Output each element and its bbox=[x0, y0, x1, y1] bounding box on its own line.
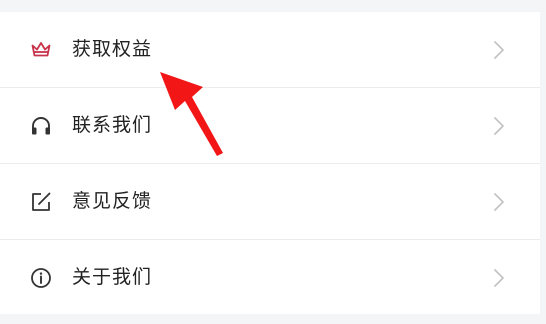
menu-item-label: 关于我们 bbox=[72, 266, 153, 288]
menu-item-label: 意见反馈 bbox=[72, 190, 153, 212]
menu-item-feedback[interactable]: 意见反馈 bbox=[0, 164, 540, 239]
menu-item-label: 获取权益 bbox=[72, 38, 153, 60]
info-icon bbox=[29, 266, 53, 290]
menu-item-label: 联系我们 bbox=[72, 114, 153, 136]
menu-item-contact-us[interactable]: 联系我们 bbox=[0, 88, 540, 163]
chevron-right-icon bbox=[492, 115, 506, 137]
settings-menu-card: 获取权益 联系我们 意见反馈 关于我们 bbox=[0, 12, 540, 314]
chevron-right-icon bbox=[492, 39, 506, 61]
edit-icon bbox=[29, 190, 53, 214]
menu-item-get-benefits[interactable]: 获取权益 bbox=[0, 12, 540, 87]
crown-icon bbox=[29, 38, 53, 62]
menu-item-about-us[interactable]: 关于我们 bbox=[0, 240, 540, 315]
chevron-right-icon bbox=[492, 191, 506, 213]
chevron-right-icon bbox=[492, 267, 506, 289]
headphones-icon bbox=[29, 114, 53, 138]
